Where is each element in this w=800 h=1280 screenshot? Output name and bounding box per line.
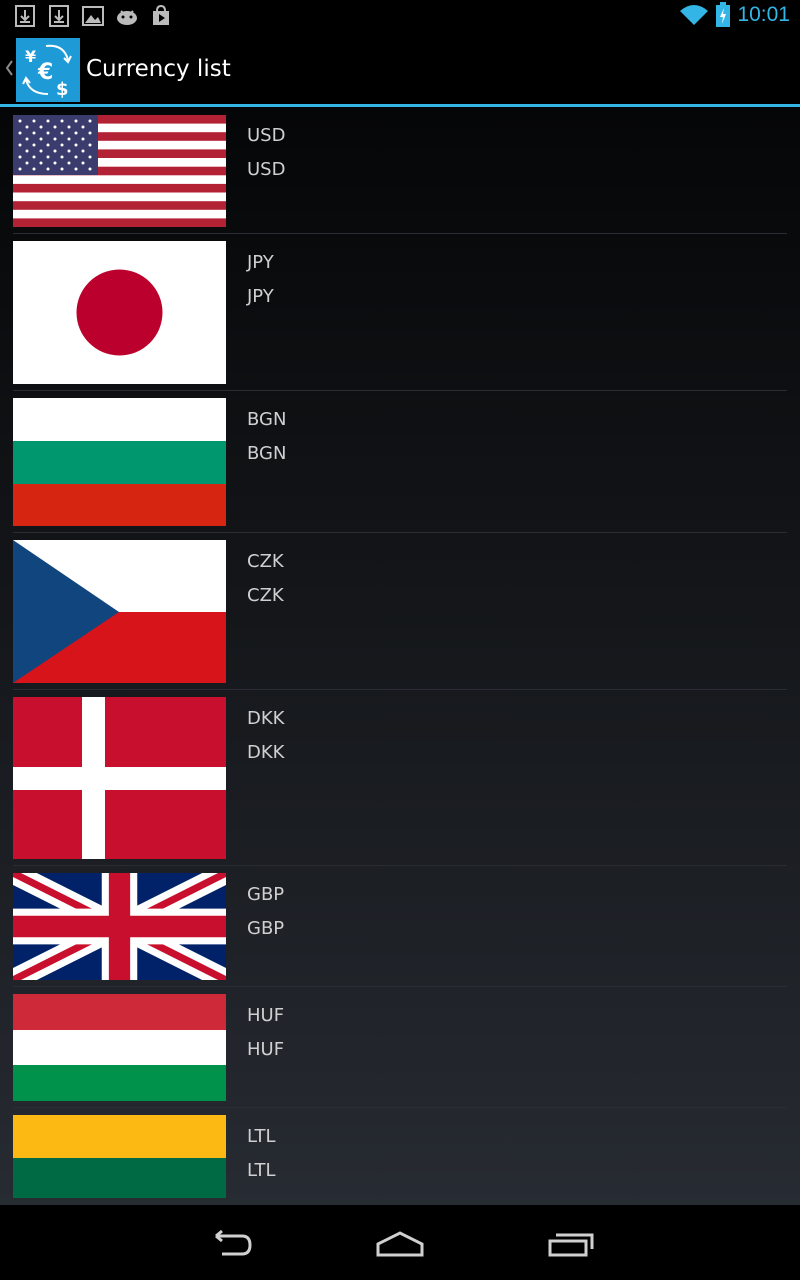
list-item[interactable]: USD USD	[0, 107, 800, 233]
currency-name: BGN	[247, 443, 287, 464]
currency-name: CZK	[247, 585, 284, 606]
lithuania-flag	[13, 1115, 226, 1198]
currency-code: HUF	[247, 1005, 285, 1026]
list-item[interactable]: JPY JPY	[0, 234, 800, 390]
clock: 10:01	[737, 3, 790, 26]
currency-code: GBP	[247, 884, 285, 905]
hungary-flag	[13, 994, 226, 1101]
list-item[interactable]: LTL LTL	[0, 1108, 800, 1205]
list-item[interactable]: GBP GBP	[0, 866, 800, 986]
czech-flag	[13, 540, 226, 683]
image-icon	[82, 6, 104, 26]
us-flag	[13, 115, 226, 227]
currency-code: DKK	[247, 708, 285, 729]
home-icon[interactable]	[370, 1223, 430, 1263]
currency-list[interactable]: USD USD JPY JPY BGN BGN CZK CZK DKK DKK …	[0, 107, 800, 1205]
svg-text:¥: ¥	[25, 47, 36, 66]
currency-name: DKK	[247, 742, 285, 763]
chevron-left-icon[interactable]	[4, 58, 14, 78]
download-icon	[49, 5, 69, 27]
back-icon[interactable]	[200, 1223, 260, 1263]
currency-name: GBP	[247, 918, 285, 939]
action-bar: ¥ € $ Currency list	[0, 34, 800, 107]
wifi-icon	[680, 5, 709, 25]
currency-code: CZK	[247, 551, 284, 572]
list-item[interactable]: BGN BGN	[0, 391, 800, 532]
currency-name: HUF	[247, 1039, 285, 1060]
android-icon	[117, 10, 137, 25]
play-store-icon	[153, 5, 169, 25]
uk-flag	[13, 873, 226, 980]
list-item[interactable]: CZK CZK	[0, 533, 800, 689]
currency-code: LTL	[247, 1126, 276, 1147]
svg-text:$: $	[56, 79, 69, 100]
currency-code: BGN	[247, 409, 287, 430]
currency-name: JPY	[247, 286, 274, 307]
denmark-flag	[13, 697, 226, 859]
list-item[interactable]: HUF HUF	[0, 987, 800, 1107]
battery-charging-icon	[716, 2, 731, 27]
page-title: Currency list	[86, 56, 231, 82]
currency-name: USD	[247, 159, 286, 180]
notification-icons	[14, 5, 172, 27]
currency-exchange-icon[interactable]: ¥ € $	[16, 38, 80, 102]
download-icon	[15, 5, 35, 27]
japan-flag	[13, 241, 226, 384]
navigation-bar	[0, 1205, 800, 1280]
list-item[interactable]: DKK DKK	[0, 690, 800, 865]
currency-code: JPY	[247, 252, 274, 273]
bulgaria-flag	[13, 398, 226, 526]
status-bar: 10:01	[0, 0, 800, 34]
recent-apps-icon[interactable]	[542, 1223, 602, 1263]
currency-name: LTL	[247, 1160, 276, 1181]
currency-code: USD	[247, 125, 286, 146]
svg-text:€: €	[37, 60, 53, 85]
